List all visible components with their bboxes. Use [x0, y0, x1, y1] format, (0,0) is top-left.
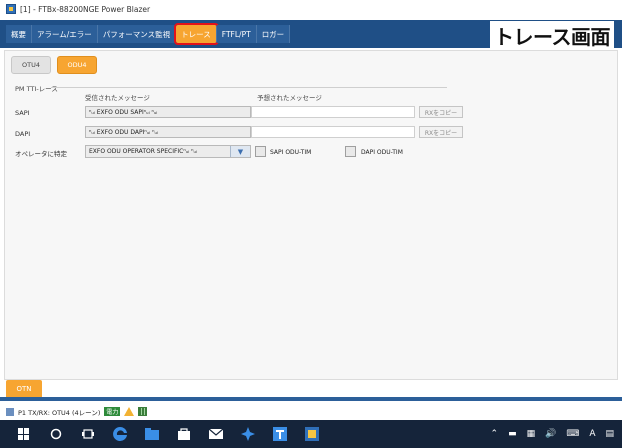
power-badge: 電力 — [104, 407, 121, 416]
sapi-received-field: ⁿᵤₗ EXFO ODU SAPIⁿᵤₗ ⁿᵤₗ — [85, 106, 251, 118]
status-bar: P1 TX/RX: OTU4 (4レーン) 電力 — [0, 403, 622, 420]
trace-panel: OTU4 ODU4 PM TTI-レース 受信されたメッセージ 予想されたメッセ… — [4, 50, 618, 380]
mail-icon[interactable] — [202, 420, 230, 448]
operator-specific-label: オペレータに特定 — [15, 150, 67, 158]
sapi-expected-input[interactable] — [251, 106, 415, 118]
start-button[interactable] — [10, 420, 38, 448]
battery-icon[interactable]: ▬ — [508, 429, 517, 439]
dapi-copy-rx-button[interactable]: RXをコピー — [419, 126, 463, 138]
tab-ftfl-pt[interactable]: FTFL/PT — [216, 25, 257, 43]
power-blazer-taskbar-icon[interactable] — [298, 420, 326, 448]
windows-icon — [18, 428, 30, 440]
subtab-otu4[interactable]: OTU4 — [11, 56, 51, 74]
tab-logger[interactable]: ロガー — [256, 25, 291, 43]
sapi-label: SAPI — [15, 109, 30, 117]
sapi-odu-tim-checkbox[interactable] — [255, 146, 266, 157]
ime-mode-icon[interactable]: A — [589, 429, 595, 439]
operator-specific-value: EXFO ODU OPERATOR SPECIFICⁿᵤₗ ⁿᵤₗ — [89, 148, 197, 155]
file-explorer-icon[interactable] — [138, 420, 166, 448]
chevron-down-icon[interactable]: ▼ — [230, 146, 250, 157]
warning-icon[interactable] — [124, 407, 135, 416]
system-tray: ⌃ ▬ ▦ 🔊 ⌨ A ▤ — [491, 420, 614, 448]
group-title: PM TTI-レース — [15, 85, 58, 93]
port-status-text: P1 TX/RX: OTU4 (4レーン) — [18, 408, 101, 417]
window-title: [1] - FTBx-88200NGE Power Blazer — [20, 4, 151, 14]
title-bar: [1] - FTBx-88200NGE Power Blazer — [0, 0, 622, 18]
volume-icon[interactable]: 🔊 — [545, 429, 556, 439]
notification-icon[interactable]: ▤ — [605, 429, 614, 439]
dapi-odu-tim-label: DAPI ODU-TIM — [361, 149, 403, 156]
tab-performance-monitor[interactable]: パフォーマンス監視 — [97, 25, 177, 43]
expected-column-header: 予想されたメッセージ — [257, 94, 322, 102]
subtab-odu4[interactable]: ODU4 — [57, 56, 97, 74]
tab-alarm-error[interactable]: アラーム/エラー — [32, 25, 98, 43]
store-icon[interactable] — [170, 420, 198, 448]
sapi-copy-rx-button[interactable]: RXをコピー — [419, 106, 463, 118]
tab-overview[interactable]: 概要 — [6, 25, 32, 43]
dapi-odu-tim-checkbox[interactable] — [345, 146, 356, 157]
edge-browser-icon[interactable] — [106, 420, 134, 448]
app-icon — [6, 4, 16, 14]
group-divider — [51, 87, 447, 88]
network-icon[interactable]: ▦ — [527, 429, 536, 439]
taskbar: ⌃ ▬ ▦ 🔊 ⌨ A ▤ — [0, 420, 622, 448]
app-t-icon[interactable] — [266, 420, 294, 448]
dapi-received-field: ⁿᵤₗ EXFO ODU DAPIⁿᵤₗ ⁿᵤₗ — [85, 126, 251, 138]
search-icon[interactable] — [42, 420, 70, 448]
operator-specific-field[interactable]: EXFO ODU OPERATOR SPECIFICⁿᵤₗ ⁿᵤₗ ▼ — [85, 145, 251, 158]
keyboard-icon[interactable]: ⌨ — [566, 429, 579, 439]
tab-otn[interactable]: OTN — [6, 380, 42, 398]
chevron-up-icon[interactable]: ⌃ — [491, 429, 499, 439]
task-view-icon[interactable] — [74, 420, 102, 448]
otn-tab-strip — [0, 397, 622, 401]
signal-icon[interactable] — [138, 407, 148, 416]
dapi-expected-input[interactable] — [251, 126, 415, 138]
dapi-label: DAPI — [15, 130, 31, 138]
port-status-icon — [6, 407, 14, 416]
network-app-icon[interactable] — [234, 420, 262, 448]
sapi-odu-tim-label: SAPI ODU-TIM — [270, 149, 312, 156]
received-column-header: 受信されたメッセージ — [85, 94, 150, 102]
screen-annotation: トレース画面 — [490, 21, 614, 50]
tab-trace[interactable]: トレース — [174, 23, 219, 45]
